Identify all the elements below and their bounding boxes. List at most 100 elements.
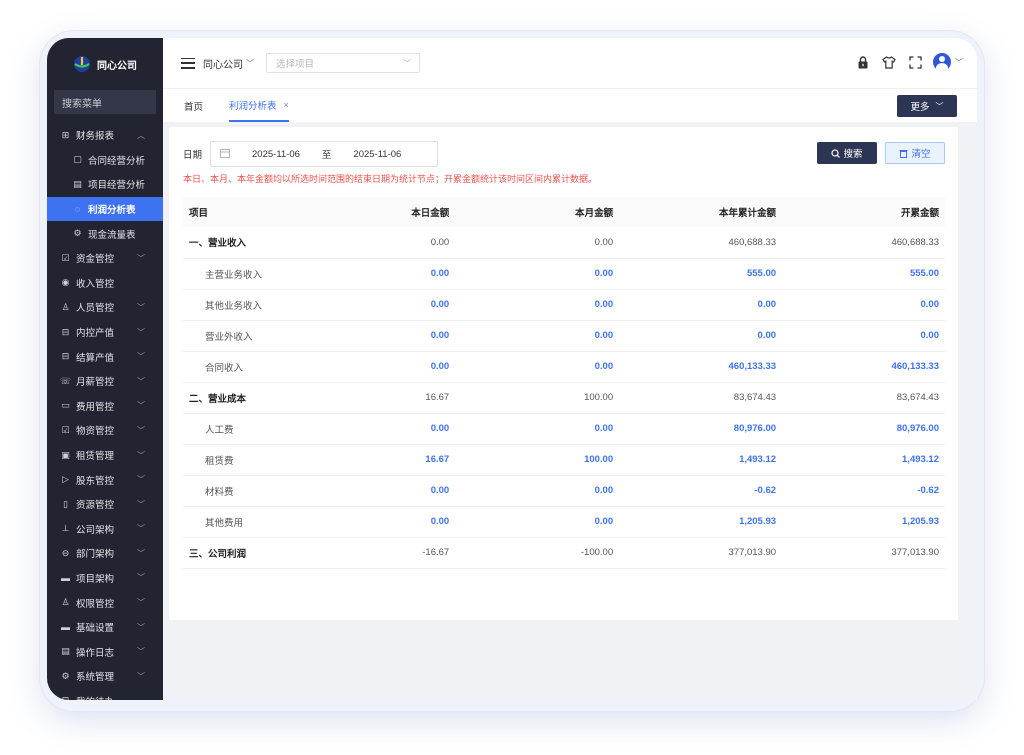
sidebar-item[interactable]: ▷ 股东管控 ﹀ [47,467,163,492]
sidebar-item[interactable]: ⚙ 系统管理 ﹀ [47,664,163,689]
project-select[interactable]: 选择项目 ﹀ [266,53,420,73]
sidebar-item[interactable]: ⊞ 财务报表 ︿ [47,123,163,148]
chevron-down-icon[interactable]: ﹀ [955,57,963,68]
sidebar-item-label: 合同经营分析 [88,155,146,167]
document-icon: ▢ [73,154,82,165]
tab-home[interactable]: 首页 [184,89,203,122]
lock-icon[interactable] [855,54,871,70]
logo-icon [74,56,90,72]
date-range-picker[interactable]: 2025-11-06 至 2025-11-06 [210,141,439,167]
project-placeholder: 选择项目 [276,59,315,70]
checkbox-icon: ☑ [61,252,70,263]
sidebar-item-label: 收入管控 [76,278,115,290]
statistics-notice: 本日、本月、本年金额均以所选时间范围的结束日期为统计节点；开累金额统计该时间区间… [183,174,598,184]
table-header: 项目 本日金额 本月金额 本年累计金额 开累金额 [183,197,945,227]
sidebar-item-label: 结算产值 [76,352,115,364]
sidebar-item[interactable]: ⚙ 现金流量表 [47,221,163,246]
sidebar-item-label: 资源管控 [76,500,115,512]
more-label: 更多 [910,102,930,113]
chevron-down-icon: ﹀ [137,327,145,337]
row-label: 二、营业成本 [189,393,247,405]
sidebar: 同心公司 搜索菜单 ⊞ 财务报表 ︿ ▢ 合同经营分析 ▤ 项目经营分析 ◌ 利润分析表 ⚙ 现金流… [47,38,163,700]
company-switcher[interactable]: 同心公司 ﹀ [203,56,254,71]
circle-icon: ◉ [61,277,70,288]
table-row: 材料费 0.00 0.00 -0.62 -0.62 [183,475,945,506]
amount-cell: 100.00 [584,392,614,403]
more-button[interactable]: 更多 ﹀ [897,95,957,117]
sidebar-item[interactable]: ▬ 项目架构 ﹀ [47,566,163,591]
amount-cell: 377,013.90 [728,547,777,558]
amount-cell: 0.00 [430,268,450,279]
amount-cell: -0.62 [754,485,777,496]
sidebar-item[interactable]: ▤ 操作日志 ﹀ [47,639,163,664]
amount-cell: 0.00 [594,268,614,279]
sidebar-item[interactable]: ▯ 资源管控 ﹀ [47,492,163,517]
tab-bar: 首页 利润分析表 × 更多 ﹀ [163,88,977,122]
sidebar-item[interactable]: ◉ 收入管控 [47,271,163,296]
gear-icon: ⚙ [73,228,82,239]
sidebar-item-label: 股东管控 [76,475,115,487]
end-date[interactable]: 2025-11-06 [353,149,401,160]
close-icon[interactable]: × [284,100,289,110]
amount-cell: 16.67 [425,392,450,403]
sidebar-item[interactable]: ⊖ 部门架构 ﹀ [47,541,163,566]
sidebar-item-label: 资金管控 [76,254,115,266]
row-label: 租赁费 [205,455,234,467]
col-header-daily: 本日金额 [411,208,450,219]
table-icon: ⊟ [60,695,71,700]
shirt-icon[interactable] [881,54,897,70]
app-logo[interactable]: 同心公司 [47,38,163,90]
search-icon [831,148,841,158]
amount-cell: 0.00 [920,330,940,341]
amount-cell: -100.00 [580,547,614,558]
clear-button[interactable]: 清空 [885,142,945,164]
fullscreen-icon[interactable] [907,54,923,70]
table-row: 合同收入 0.00 0.00 460,133.33 460,133.33 [183,351,945,382]
amount-cell: 1,205.93 [739,516,777,527]
search-button[interactable]: 搜索 [817,142,877,164]
col-header-cumulative: 开累金额 [900,208,939,219]
sidebar-item[interactable]: ♙ 人员管控 ﹀ [47,295,163,320]
menu-search[interactable]: 搜索菜单 [54,90,156,114]
sidebar-item-label: 人员管控 [76,303,115,315]
amount-cell: 1,493.12 [902,454,939,465]
date-label: 日期 [183,150,203,161]
chevron-down-icon: ﹀ [137,475,145,485]
chevron-down-icon: ﹀ [137,548,145,558]
menu-search-label: 搜索菜单 [62,98,102,110]
sidebar-item-label: 部门架构 [76,549,115,561]
sidebar-item[interactable]: ▬ 基础设置 ﹀ [47,615,163,640]
sidebar-item[interactable]: ♙ 权限管控 ﹀ [47,590,163,615]
amount-cell: 80,976.00 [733,423,777,434]
sidebar-item[interactable]: ▣ 租赁管理 ﹀ [47,443,163,468]
amount-cell: 460,688.33 [728,236,777,248]
sidebar-item[interactable]: ☏ 月薪管控 ﹀ [47,369,163,394]
tab-profit-analysis[interactable]: 利润分析表 × [229,89,289,122]
sidebar-item[interactable]: ☑ 资金管控 ﹀ [47,246,163,271]
sidebar-item[interactable]: ⊟ 结算产值 ﹀ [47,344,163,369]
sidebar-item[interactable]: ⊥ 公司架构 ﹀ [47,517,163,542]
main-area: 同心公司 ﹀ 选择项目 ﹀ ﹀ 首页 利润分析表 × 更多 ﹀ 日期 2025-… [163,38,977,700]
sidebar-item[interactable]: ⊟ 内控产值 ﹀ [47,320,163,345]
amount-cell: 377,013.90 [891,547,939,558]
sidebar-item-label: 项目经营分析 [88,180,146,192]
sidebar-item[interactable]: ▢ 合同经营分析 [47,148,163,173]
sidebar-item[interactable]: ⊟ 我的待办 [47,689,163,700]
menu-toggle-icon[interactable] [181,57,195,69]
start-date[interactable]: 2025-11-06 [252,149,300,160]
sidebar-item-label: 权限管控 [76,598,115,610]
sidebar-item[interactable]: ☑ 物资管控 ﹀ [47,418,163,443]
amount-cell: 0.00 [757,330,777,341]
table-row: 其他业务收入 0.00 0.00 0.00 0.00 [183,289,945,320]
avatar[interactable] [933,53,951,71]
sidebar-item-label: 公司架构 [76,524,115,536]
sidebar-item[interactable]: ▤ 项目经营分析 [47,172,163,197]
range-separator: 至 [321,150,332,161]
sidebar-item[interactable]: ◌ 利润分析表 [47,196,163,222]
amount-cell: 100.00 [584,454,614,465]
app-window: 同心公司 搜索菜单 ⊞ 财务报表 ︿ ▢ 合同经营分析 ▤ 项目经营分析 ◌ 利润分析表 ⚙ 现金流… [47,38,977,700]
trash-icon [899,149,908,158]
sidebar-item[interactable]: ▭ 费用管控 ﹀ [47,394,163,419]
amount-cell: 0.00 [430,330,450,341]
amount-cell: 460,688.33 [891,236,939,248]
